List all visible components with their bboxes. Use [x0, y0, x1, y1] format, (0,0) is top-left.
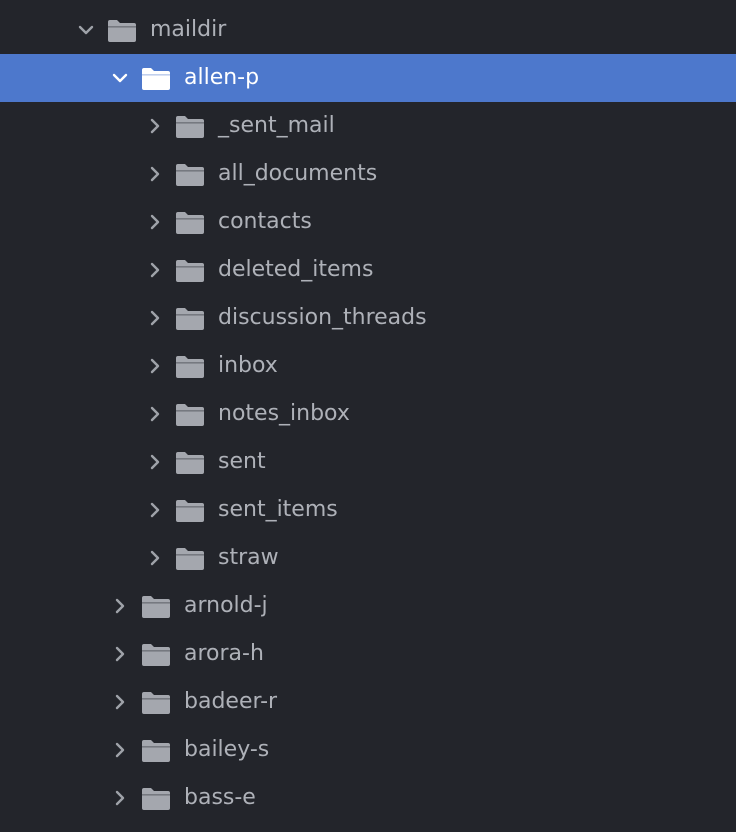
chevron-right-icon[interactable]: [145, 356, 165, 376]
chevron-right-icon[interactable]: [145, 548, 165, 568]
tree-item-label: _sent_mail: [218, 113, 335, 138]
folder-icon: [141, 641, 171, 667]
folder-tree: maildir allen-p _sent_mail all_documents…: [0, 0, 736, 832]
folder-icon: [175, 257, 205, 283]
tree-item-bailey-s[interactable]: bailey-s: [0, 726, 736, 774]
tree-item-arnold-j[interactable]: arnold-j: [0, 582, 736, 630]
folder-icon: [175, 497, 205, 523]
tree-item-label: arora-h: [184, 641, 264, 666]
tree-item-label: maildir: [150, 17, 227, 42]
tree-item-label: allen-p: [184, 65, 260, 90]
tree-item-label: deleted_items: [218, 257, 374, 282]
tree-item-label: arnold-j: [184, 593, 268, 618]
folder-icon: [175, 353, 205, 379]
tree-item-label: contacts: [218, 209, 312, 234]
tree-item-allen-p[interactable]: allen-p: [0, 54, 736, 102]
tree-item-sent-items[interactable]: sent_items: [0, 486, 736, 534]
folder-icon: [141, 689, 171, 715]
chevron-right-icon[interactable]: [110, 596, 130, 616]
chevron-right-icon[interactable]: [110, 692, 130, 712]
tree-item-label: all_documents: [218, 161, 378, 186]
tree-item-straw[interactable]: straw: [0, 534, 736, 582]
tree-item-arora-h[interactable]: arora-h: [0, 630, 736, 678]
tree-item-all-documents[interactable]: all_documents: [0, 150, 736, 198]
folder-icon: [175, 545, 205, 571]
folder-icon: [175, 161, 205, 187]
tree-item-maildir[interactable]: maildir: [0, 6, 736, 54]
chevron-right-icon[interactable]: [145, 308, 165, 328]
folder-icon: [175, 401, 205, 427]
tree-item-label: bailey-s: [184, 737, 270, 762]
chevron-right-icon[interactable]: [145, 260, 165, 280]
tree-item-discussion-threads[interactable]: discussion_threads: [0, 294, 736, 342]
folder-icon: [175, 113, 205, 139]
tree-item-bass-e[interactable]: bass-e: [0, 774, 736, 822]
chevron-right-icon[interactable]: [145, 500, 165, 520]
tree-item-notes-inbox[interactable]: notes_inbox: [0, 390, 736, 438]
chevron-right-icon[interactable]: [145, 452, 165, 472]
tree-item-deleted-items[interactable]: deleted_items: [0, 246, 736, 294]
tree-item-label: bass-e: [184, 785, 256, 810]
chevron-right-icon[interactable]: [145, 212, 165, 232]
tree-item-sent-mail[interactable]: _sent_mail: [0, 102, 736, 150]
tree-item-badeer-r[interactable]: badeer-r: [0, 678, 736, 726]
tree-item-label: discussion_threads: [218, 305, 427, 330]
tree-item-label: sent: [218, 449, 266, 474]
chevron-right-icon[interactable]: [145, 164, 165, 184]
folder-icon: [141, 737, 171, 763]
folder-icon: [141, 65, 171, 91]
chevron-right-icon[interactable]: [145, 404, 165, 424]
chevron-down-icon[interactable]: [110, 68, 130, 88]
tree-item-contacts[interactable]: contacts: [0, 198, 736, 246]
folder-icon: [141, 593, 171, 619]
tree-item-label: notes_inbox: [218, 401, 350, 426]
chevron-down-icon[interactable]: [76, 20, 96, 40]
tree-item-label: badeer-r: [184, 689, 278, 714]
chevron-right-icon[interactable]: [110, 740, 130, 760]
tree-item-label: sent_items: [218, 497, 338, 522]
tree-item-label: inbox: [218, 353, 278, 378]
folder-icon: [175, 305, 205, 331]
chevron-right-icon[interactable]: [110, 644, 130, 664]
tree-item-inbox[interactable]: inbox: [0, 342, 736, 390]
folder-icon: [175, 209, 205, 235]
tree-item-sent[interactable]: sent: [0, 438, 736, 486]
folder-icon: [141, 785, 171, 811]
chevron-right-icon[interactable]: [145, 116, 165, 136]
folder-icon: [175, 449, 205, 475]
chevron-right-icon[interactable]: [110, 788, 130, 808]
folder-icon: [107, 17, 137, 43]
tree-item-label: straw: [218, 545, 279, 570]
